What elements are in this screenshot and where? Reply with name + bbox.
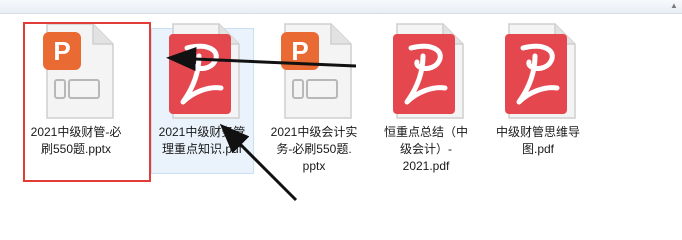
highlight-frame — [23, 22, 151, 182]
pdf-file-icon — [505, 23, 576, 119]
file-name-label: 2021中级财务管 理重点知识.pdf — [158, 125, 246, 156]
file-item-5[interactable]: 中级财管思维导 图.pdf — [486, 16, 590, 176]
file-item-3[interactable]: P 2021中级会计实 务-必刷550题. pptx — [262, 16, 366, 176]
window-top-border: ▲ — [0, 0, 682, 14]
pdf-file-icon — [393, 23, 464, 119]
file-name-label: 恒重点总结（中 级会计）- 2021.pdf — [383, 125, 468, 173]
scroll-up-icon[interactable]: ▲ — [668, 1, 680, 11]
pptx-file-icon: P — [281, 23, 352, 119]
file-item-2[interactable]: 2021中级财务管 理重点知识.pdf — [150, 16, 254, 176]
file-name-label: 中级财管思维导 图.pdf — [495, 125, 580, 156]
file-item-4[interactable]: 恒重点总结（中 级会计）- 2021.pdf — [374, 16, 478, 176]
file-name-label: 2021中级会计实 务-必刷550题. pptx — [270, 125, 358, 173]
pptx-glyph: P — [291, 36, 308, 66]
pdf-file-icon — [169, 23, 240, 119]
